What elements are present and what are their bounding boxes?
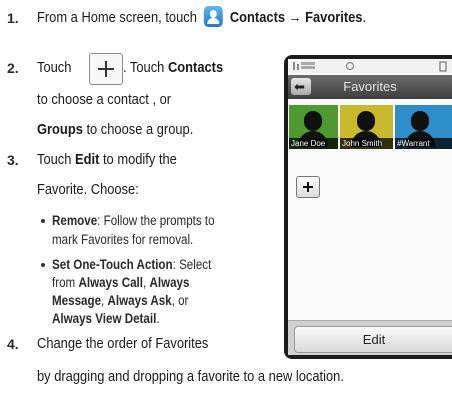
step-2-line-1: . Touch Contacts (123, 58, 223, 78)
favorite-name: Jane Doe (289, 138, 338, 149)
step-3-line-1: Touch Edit to modify the (37, 150, 177, 170)
step-2-contacts: Contacts (167, 59, 224, 76)
option-always-message-a: Always (149, 275, 190, 290)
favorite-name: #Warrant (395, 138, 452, 149)
sep: , or (171, 293, 189, 308)
edit-button[interactable]: Edit (294, 326, 452, 353)
manual-page: 1. From a Home screen, touch Contacts → … (0, 0, 452, 407)
bullet-dot (41, 219, 45, 223)
favorite-name: John Smith (340, 138, 393, 149)
step-1-post: . (362, 9, 367, 26)
bullet-action-label: Set One-Touch Action (52, 257, 173, 272)
step-3-pre: Touch (37, 151, 72, 168)
add-favorite-button[interactable] (296, 176, 320, 198)
step-1-number: 1. (7, 10, 19, 26)
step-2-l3: to choose a group. (82, 121, 194, 138)
contacts-app-icon (203, 6, 223, 27)
step-1-pre: From a Home screen, touch (37, 9, 197, 26)
step-2-groups: Groups (37, 121, 83, 138)
bottom-bar: Edit (288, 320, 452, 355)
option-always-ask: Always Ask (107, 293, 172, 308)
phone-screen: ⬅ Favorites Jane Doe John Smith #Warrant (288, 59, 452, 355)
avatar-icon (411, 111, 429, 131)
step-2-line-3: Groups to choose a group. (37, 120, 193, 140)
avatar-icon (357, 111, 375, 131)
favorite-tile[interactable]: John Smith (340, 105, 393, 149)
step-4-number: 4. (7, 336, 19, 352)
step-3-edit: Edit (75, 151, 100, 168)
title-bar: ⬅ Favorites (288, 75, 452, 99)
bullet-action-line-4: Always View Detail. (52, 310, 160, 327)
step-2-mid: . Touch (123, 59, 165, 76)
option-always-message-b: Message (52, 293, 102, 308)
step-2-line-2: to choose a contact , or (37, 91, 172, 108)
bullet-remove-text: : Follow the prompts to (97, 213, 215, 228)
status-icons (293, 61, 447, 72)
bullet-action-line-1: Set One-Touch Action: Select (52, 256, 211, 273)
status-bar (288, 59, 452, 73)
step-2-number: 2. (7, 60, 19, 76)
favorite-tile[interactable]: #Warrant (395, 105, 452, 149)
bullet-action-text: : Select (172, 257, 212, 272)
bullet-action-from: from (52, 275, 79, 290)
step-1-path: Contacts → Favorites (229, 9, 363, 26)
step-4-line-2: by dragging and dropping a favorite to a… (37, 368, 344, 385)
bullet-dot (41, 263, 45, 267)
bullet-remove-line-1: Remove: Follow the prompts to (52, 212, 215, 229)
screen-title: Favorites (343, 79, 397, 94)
option-always-view-detail: Always View Detail (52, 311, 157, 326)
step-3-number: 3. (7, 152, 19, 168)
bullet-remove-label: Remove (52, 213, 98, 228)
sep: . (156, 311, 160, 326)
step-2-touch: Touch (37, 59, 72, 76)
plus-icon (89, 53, 123, 85)
bullet-remove-line-2: mark Favorites for removal. (52, 232, 194, 247)
step-3-post: to modify the (99, 151, 177, 168)
option-always-call: Always Call (78, 275, 143, 290)
step-3-line-2: Favorite. Choose: (37, 181, 139, 198)
favorite-tile[interactable]: Jane Doe (289, 105, 338, 149)
step-1-text: From a Home screen, touch Contacts → Fav… (37, 4, 366, 32)
phone-screenshot: ⬅ Favorites Jane Doe John Smith #Warrant (284, 55, 452, 359)
avatar-icon (304, 111, 322, 131)
step-4-line-1: Change the order of Favorites (37, 335, 209, 352)
bullet-action-line-3: Message, Always Ask, or (52, 292, 188, 309)
bullet-action-line-2: from Always Call, Always (52, 274, 189, 291)
